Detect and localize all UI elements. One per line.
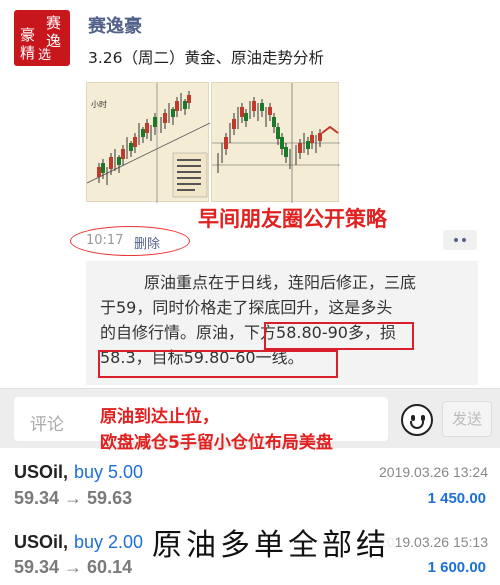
comment-fragment: 的自修行情。原油， (100, 323, 245, 342)
avatar[interactable]: 赛 逸 豪 精 选 (14, 10, 70, 66)
avatar-char: 选 (38, 48, 52, 63)
comment-line: 原油重点在于日线，连阳后修正，三底 (144, 273, 417, 292)
trade-profit: 1 600.00 (427, 559, 486, 576)
chart-image-2[interactable] (211, 82, 340, 203)
trade-time: 2019.03.26 13:24 (379, 464, 488, 480)
avatar-char: 豪 (20, 26, 36, 44)
trade-prices: 59.34 → 60.14 (14, 557, 133, 577)
trade-row[interactable]: USOil, buy 5.00 59.34 → 59.63 2019.03.26… (0, 458, 500, 518)
post-title: 3.26（周二）黄金、原油走势分析 (88, 49, 325, 67)
send-button[interactable]: 发送 (442, 401, 492, 437)
comment-line: 于59，同时价格走了探底回升，这是多头 (100, 298, 393, 317)
highlight-box (264, 322, 414, 350)
trade-time: 2019.03.26 15:13 (379, 534, 488, 550)
emoji-icon[interactable] (401, 404, 433, 436)
post-time: 10:17 (86, 233, 124, 248)
trade-symbol: USOil, (14, 462, 69, 482)
avatar-char: 赛 (46, 14, 62, 32)
chart-label: 小时 (91, 100, 107, 109)
strategy-caption: 早间朋友圈公开策略 (198, 207, 387, 231)
emoji-mouth (410, 421, 424, 429)
author-name[interactable]: 赛逸豪 (88, 12, 142, 38)
candlestick-chart-graphic (212, 83, 340, 203)
alert-line-2: 欧盘减仓5手留小仓位布局美盘 (100, 433, 333, 453)
avatar-char: 逸 (46, 32, 62, 50)
delete-link[interactable]: 删除 (134, 233, 160, 252)
trade-side: buy 5.00 (74, 462, 144, 482)
more-actions-button[interactable] (443, 230, 477, 250)
comment-placeholder[interactable]: 评论 (30, 410, 64, 435)
trade-profit: 1 450.00 (427, 490, 486, 507)
closed-note: 原油多单全部结 (148, 520, 394, 564)
trade-prices: 59.34 → 59.63 (14, 488, 133, 508)
dot-icon (454, 238, 458, 242)
trade-symbol: USOil, (14, 532, 69, 552)
chart-image-1[interactable]: 小时 (86, 82, 210, 203)
highlight-box (98, 350, 338, 378)
alert-line-1: 原油到达止位， (100, 407, 219, 427)
trade-side: buy 2.00 (74, 532, 144, 552)
avatar-char: 精 (20, 44, 36, 62)
dot-icon (462, 238, 466, 242)
